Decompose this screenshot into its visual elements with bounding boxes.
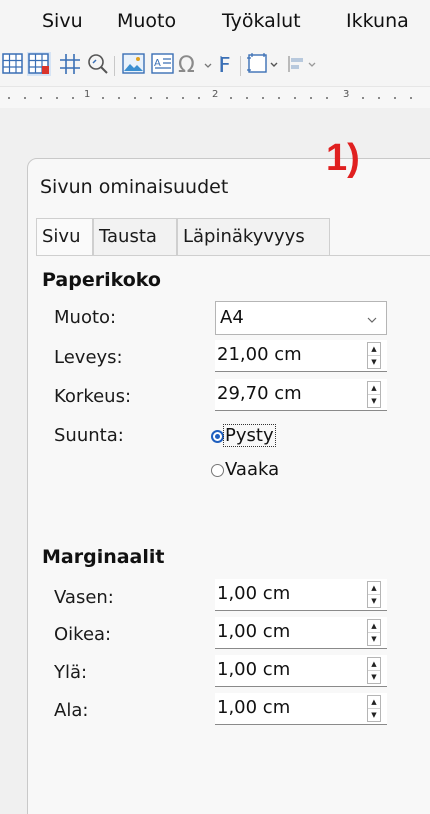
landscape-label: Vaaka	[225, 459, 280, 480]
toolbar-separator	[114, 56, 115, 76]
menu-tyokalut[interactable]: Työkalut	[222, 10, 301, 32]
menu-ikkuna[interactable]: Ikkuna	[346, 10, 409, 32]
margin-left-value: 1,00 cm	[217, 583, 291, 604]
radio-unselected-icon	[211, 464, 224, 477]
paper-size-heading: Paperikoko	[42, 269, 161, 291]
spin-up-icon[interactable]: ▲	[368, 343, 380, 355]
width-spinbox[interactable]: 21,00 cm ▲ ▼	[215, 340, 387, 372]
grid-hash-icon[interactable]	[59, 52, 81, 78]
align-icon[interactable]	[286, 52, 316, 78]
margin-right-value: 1,00 cm	[217, 621, 291, 642]
step-annotation: 1)	[326, 137, 360, 179]
height-spinbox[interactable]: 29,70 cm ▲ ▼	[215, 379, 387, 411]
width-label: Leveys:	[54, 347, 123, 368]
ruler-number: 3	[343, 89, 350, 100]
tab-tausta[interactable]: Tausta	[93, 218, 177, 256]
spin-up-icon[interactable]: ▲	[368, 382, 380, 394]
menu-muoto[interactable]: Muoto	[117, 10, 176, 32]
menu-sivu[interactable]: Sivu	[42, 10, 83, 32]
height-label: Korkeus:	[54, 386, 132, 407]
spin-down-icon[interactable]: ▼	[368, 595, 380, 607]
spin-down-icon[interactable]: ▼	[368, 633, 380, 645]
insert-image-icon[interactable]	[122, 52, 146, 78]
tab-divider	[36, 255, 430, 256]
portrait-label: Pysty	[223, 424, 276, 447]
text-box-icon[interactable]: A	[151, 52, 175, 78]
margins-heading: Marginaalit	[42, 546, 165, 568]
dialog-title: Sivun ominaisuudet	[40, 176, 229, 198]
table-grid-icon[interactable]	[2, 52, 24, 78]
tab-lapinakyvyys[interactable]: Läpinäkyvyys	[177, 218, 330, 256]
spin-down-icon[interactable]: ▼	[368, 709, 380, 721]
margin-right-label: Oikea:	[54, 624, 112, 645]
ruler-number: 1	[84, 89, 91, 100]
height-value: 29,70 cm	[217, 383, 302, 404]
orientation-label: Suunta:	[54, 425, 124, 446]
spin-down-icon[interactable]: ▼	[368, 671, 380, 683]
svg-text:Ω: Ω	[178, 53, 195, 76]
tab-sivu[interactable]: Sivu	[36, 218, 93, 256]
margin-bottom-label: Ala:	[54, 700, 89, 721]
special-character-icon[interactable]: Ω	[178, 52, 214, 78]
spin-down-icon[interactable]: ▼	[368, 395, 380, 407]
margin-left-spinbox[interactable]: 1,00 cm ▲ ▼	[215, 579, 387, 611]
margin-top-label: Ylä:	[54, 662, 88, 683]
fontwork-icon[interactable]: F	[217, 52, 237, 78]
margin-top-spinbox[interactable]: 1,00 cm ▲ ▼	[215, 655, 387, 687]
menu-bar: Sivu Muoto Työkalut Ikkuna	[0, 0, 430, 42]
spin-up-icon[interactable]: ▲	[368, 658, 380, 670]
zoom-icon[interactable]	[86, 52, 110, 78]
table-grid-highlight-icon[interactable]	[27, 52, 51, 78]
ruler: 1 2 3	[0, 86, 430, 108]
page-properties-dialog: Sivun ominaisuudet Sivu Tausta Läpinäkyv…	[27, 158, 430, 814]
format-value: A4	[220, 307, 244, 328]
spin-down-icon[interactable]: ▼	[368, 356, 380, 368]
ruler-number: 2	[212, 89, 219, 100]
chevron-down-icon	[366, 311, 378, 330]
radio-selected-icon	[211, 430, 224, 443]
svg-text:A: A	[154, 58, 161, 69]
margin-right-spinbox[interactable]: 1,00 cm ▲ ▼	[215, 617, 387, 649]
margin-bottom-spinbox[interactable]: 1,00 cm ▲ ▼	[215, 693, 387, 725]
toolbar-separator	[240, 56, 241, 76]
spin-up-icon[interactable]: ▲	[368, 620, 380, 632]
width-value: 21,00 cm	[217, 344, 302, 365]
margin-left-label: Vasen:	[54, 587, 114, 608]
frame-icon[interactable]	[246, 52, 280, 78]
format-dropdown[interactable]: A4	[215, 301, 387, 335]
spin-up-icon[interactable]: ▲	[368, 696, 380, 708]
margin-top-value: 1,00 cm	[217, 659, 291, 680]
format-label: Muoto:	[54, 307, 117, 328]
spin-up-icon[interactable]: ▲	[368, 582, 380, 594]
margin-bottom-value: 1,00 cm	[217, 697, 291, 718]
toolbar: A Ω F	[0, 42, 430, 86]
